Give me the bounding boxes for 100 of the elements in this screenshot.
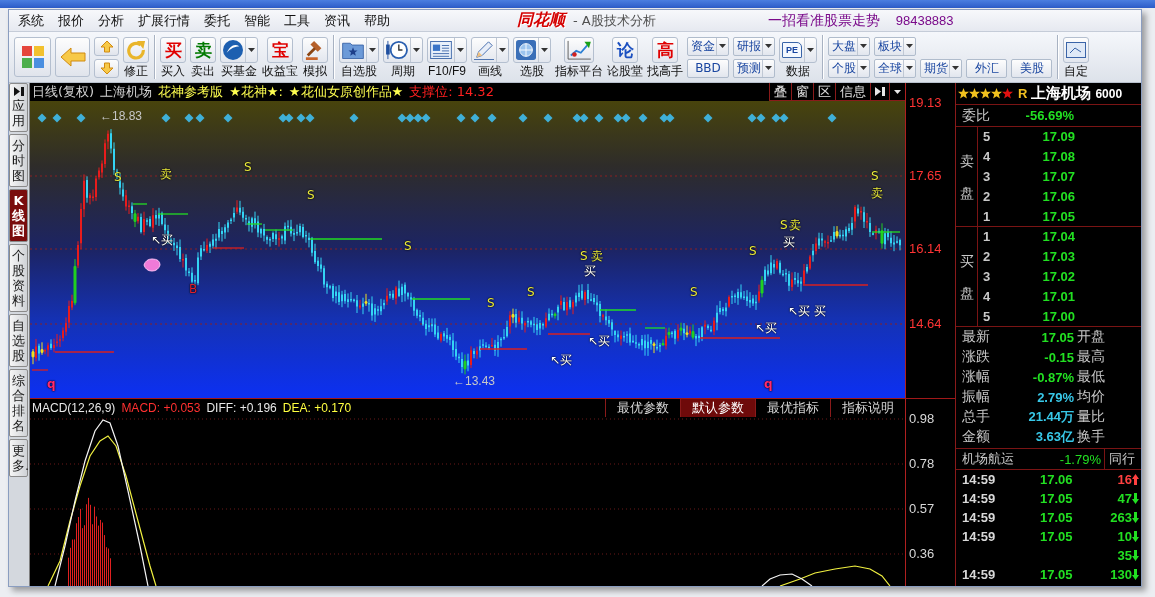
diamond-marker [195,113,205,123]
menu-item[interactable]: 帮助 [357,10,397,31]
toolbar-button[interactable]: 论 论股堂 [607,36,643,78]
dropdown-button[interactable]: 研报 [733,36,775,56]
bottom-signal-label: B [189,282,198,296]
dropdown-button[interactable]: 期货 [920,58,962,78]
stat-label: 振幅 [961,388,991,406]
stat-value: 17.05 [1040,329,1074,345]
pressure-line [264,229,294,231]
tick-price: 17.05 [1039,529,1073,544]
star-icon [980,88,991,99]
dropdown-button[interactable]: 预测 [733,58,775,78]
dropdown-button[interactable]: 全球 [874,58,916,78]
dropdown-button[interactable] [889,83,905,101]
sector-name: 机场航运 [961,450,1015,468]
level-index: 5 [982,308,992,324]
button-glyph: 买 [164,39,182,60]
menu-item[interactable]: 智能 [237,10,277,31]
menu-item[interactable]: 报价 [51,10,91,31]
menu-item[interactable]: 委托 [197,10,237,31]
toolbar-button[interactable]: BBD [687,58,729,78]
stat-value: 2.79% [1036,389,1074,405]
side-tab[interactable]: 更多. [9,439,28,477]
star-icon [969,88,980,99]
tick-volume: 35 [1116,548,1132,563]
stat-label: 均价 [1076,388,1106,406]
sell-signal-label: S [780,218,788,232]
axis-label: 17.65 [909,168,942,184]
diamond-marker [76,113,86,123]
chart-tool-button[interactable]: 窗 [791,83,813,101]
diamond-marker [223,113,233,123]
window-icon [1066,41,1086,58]
peer-tab[interactable]: 同行 [1104,449,1141,469]
chart-tool-button[interactable]: 信息 [835,83,870,101]
diamond-marker [37,113,47,123]
indicator-readout: MACD: +0.053 [121,401,201,415]
dropdown-button[interactable]: 资金 [687,36,729,56]
stat-label: 涨幅 [961,368,991,386]
up-button[interactable] [94,36,119,56]
toolbar-button[interactable]: 外汇 [966,58,1007,78]
dropdown-button[interactable]: 板块 [874,36,916,56]
disc-icon [223,39,243,60]
skip-icon [875,87,885,96]
menu-item[interactable]: 分析 [91,10,131,31]
stat-value: 3.63亿 [1034,428,1074,446]
diamond-marker [421,113,431,123]
menu-item[interactable]: 扩展行情 [131,10,197,31]
stat-value: -0.15 [1043,349,1074,365]
collapse-button[interactable] [870,83,889,101]
toolbar-button[interactable]: 高 找高手 [647,36,683,78]
chart-title-text: 花神参考版 [158,83,224,101]
folder-star-icon [342,40,364,59]
diamond-marker [470,113,480,123]
star-icon [991,88,1002,99]
chart-tool-button[interactable]: 叠 [769,83,791,101]
axis-label: 0.78 [909,456,935,472]
button-glyph: 高 [656,39,674,60]
side-tab[interactable]: 综合排名 [9,369,28,437]
menu-item[interactable]: 系统 [11,10,51,31]
toolbar-button[interactable]: 指标平台 [555,36,603,78]
diamond-marker [405,113,415,123]
side-tab[interactable]: 自选股 [9,314,28,367]
level-index: 2 [982,249,992,265]
up-arrow-icon [99,39,114,53]
gem-icon [143,258,161,272]
stat-label: 最高 [1076,348,1106,366]
document-icon [430,40,452,59]
left-arrow-icon [59,47,86,67]
sell-signal-label: S [404,239,412,253]
tick-price: 17.05 [1039,510,1073,525]
diamond-marker [779,113,789,123]
tick-price: 17.05 [1039,491,1073,506]
toolbar-button[interactable]: 宝 收益宝 [262,36,298,78]
stat-label: 量比 [1076,408,1106,426]
tick-time: 14:59 [961,567,996,582]
toolbar-button[interactable]: 美股 [1011,58,1052,78]
side-tab[interactable]: 分时图 [9,134,28,187]
side-tab[interactable]: 应用 [9,83,28,132]
indicator-tab[interactable]: 默认参数 [680,399,755,417]
down-arrow-icon [99,61,114,75]
side-tab[interactable]: K线图 [9,189,28,242]
back-button[interactable] [55,37,90,77]
stock-name: 上海机场 [1031,84,1092,103]
sector-change: -1.79% [1058,451,1102,467]
stat-label: 最新 [961,328,991,346]
home-button[interactable] [14,37,51,77]
chart-tool-button[interactable]: 区 [813,83,835,101]
down-button[interactable] [94,58,119,78]
low-price-label: ←13.43 [453,374,496,388]
tick-price: 17.06 [1039,472,1073,487]
pressure-line [132,203,148,205]
menu-item[interactable]: 工具 [277,10,317,31]
button-glyph: 宝 [271,39,289,60]
diamond-marker [487,113,497,123]
side-tab[interactable]: 个股资料 [9,244,28,312]
tick-volume: 47 [1116,491,1132,506]
dropdown-button[interactable]: 个股 [828,58,870,78]
menu-item[interactable]: 资讯 [317,10,357,31]
diamond-marker [621,113,631,123]
dropdown-button[interactable]: 大盘 [828,36,870,56]
